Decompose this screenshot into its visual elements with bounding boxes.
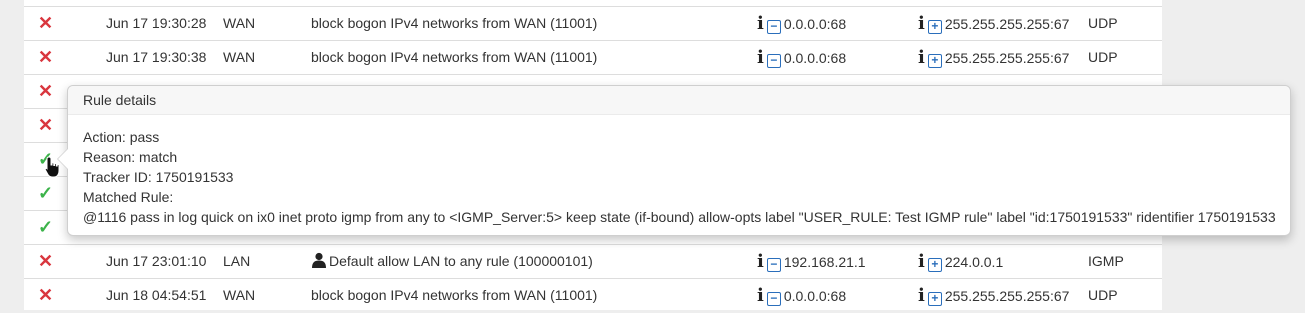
block-icon[interactable]: ✕ [38, 109, 58, 142]
info-icon[interactable]: i [757, 251, 764, 272]
log-destination: i +224.0.0.1 [918, 245, 1003, 278]
pass-destination-icon[interactable]: + [927, 258, 942, 272]
popover-title: Rule details [68, 86, 1290, 115]
matched-rule-text: @1116 pass in log quick on ix0 inet prot… [83, 209, 1276, 225]
log-interface: WAN [223, 15, 256, 31]
log-protocol: UDP [1088, 49, 1118, 65]
block-icon[interactable]: ✕ [38, 7, 58, 40]
pass-icon[interactable]: ✓ [38, 211, 58, 244]
log-time: Jun 17 19:30:28 [106, 15, 207, 31]
block-source-icon[interactable]: − [766, 54, 781, 68]
rule-reason: Reason: match [83, 149, 178, 165]
info-icon[interactable]: i [918, 251, 925, 272]
table-row: ✕ Jun 17 19:30:28 WAN block bogon IPv4 n… [24, 6, 1162, 40]
pass-icon[interactable]: ✓ [38, 177, 58, 210]
block-icon[interactable]: ✕ [38, 245, 58, 278]
block-icon[interactable]: ✕ [38, 41, 58, 74]
log-rule[interactable]: block bogon IPv4 networks from WAN (1100… [311, 41, 597, 74]
log-time: Jun 17 23:01:10 [106, 253, 207, 269]
destination-address: 255.255.255.255:67 [944, 50, 1070, 66]
log-destination: i +255.255.255.255:67 [918, 41, 1069, 74]
rule-tracker-id: Tracker ID: 1750191533 [83, 169, 234, 185]
table-row: ✕ Jun 18 04:54:51 WAN block bogon IPv4 n… [24, 278, 1162, 312]
rule-action: Action: pass [83, 129, 160, 145]
rule-label: Default allow LAN to any rule (100000101… [329, 253, 593, 269]
source-address: 0.0.0.0:68 [783, 50, 847, 66]
table-row: ✕ Jun 17 23:01:10 LAN Default allow LAN … [24, 244, 1162, 278]
rule-details-popover: Rule details Action: pass Reason: match … [57, 85, 1291, 236]
log-protocol: UDP [1088, 15, 1118, 31]
log-source: i −192.168.21.1 [757, 245, 866, 278]
log-protocol: IGMP [1088, 253, 1124, 269]
log-rule[interactable]: Default allow LAN to any rule (100000101… [311, 245, 593, 278]
info-icon[interactable]: i [918, 47, 925, 68]
info-icon[interactable]: i [918, 13, 925, 34]
log-interface: WAN [223, 49, 256, 65]
log-rule[interactable]: block bogon IPv4 networks from WAN (1100… [311, 7, 597, 40]
destination-address: 255.255.255.255:67 [944, 288, 1070, 304]
log-destination: i +255.255.255.255:67 [918, 7, 1069, 40]
log-time: Jun 17 19:30:38 [106, 49, 207, 65]
info-icon[interactable]: i [757, 47, 764, 68]
log-interface: LAN [223, 253, 251, 269]
hand-cursor-icon [44, 156, 62, 181]
source-address: 0.0.0.0:68 [783, 16, 847, 32]
pass-destination-icon[interactable]: + [927, 292, 942, 306]
log-source: i −0.0.0.0:68 [757, 41, 846, 74]
block-source-icon[interactable]: − [766, 258, 781, 272]
table-row: ✕ Jun 17 19:30:38 WAN block bogon IPv4 n… [24, 40, 1162, 74]
pass-destination-icon[interactable]: + [927, 20, 942, 34]
block-icon[interactable]: ✕ [38, 75, 58, 108]
source-address: 192.168.21.1 [783, 254, 866, 270]
block-source-icon[interactable]: − [766, 20, 781, 34]
destination-address: 255.255.255.255:67 [944, 16, 1070, 32]
block-source-icon[interactable]: − [766, 292, 781, 306]
popover-body: Action: pass Reason: match Tracker ID: 1… [68, 115, 1290, 227]
source-address: 0.0.0.0:68 [783, 288, 847, 304]
user-icon [311, 247, 327, 280]
log-source: i −0.0.0.0:68 [757, 7, 846, 40]
pass-destination-icon[interactable]: + [927, 54, 942, 68]
destination-address: 224.0.0.1 [944, 254, 1004, 270]
matched-rule-label: Matched Rule: [83, 189, 174, 205]
info-icon[interactable]: i [757, 13, 764, 34]
